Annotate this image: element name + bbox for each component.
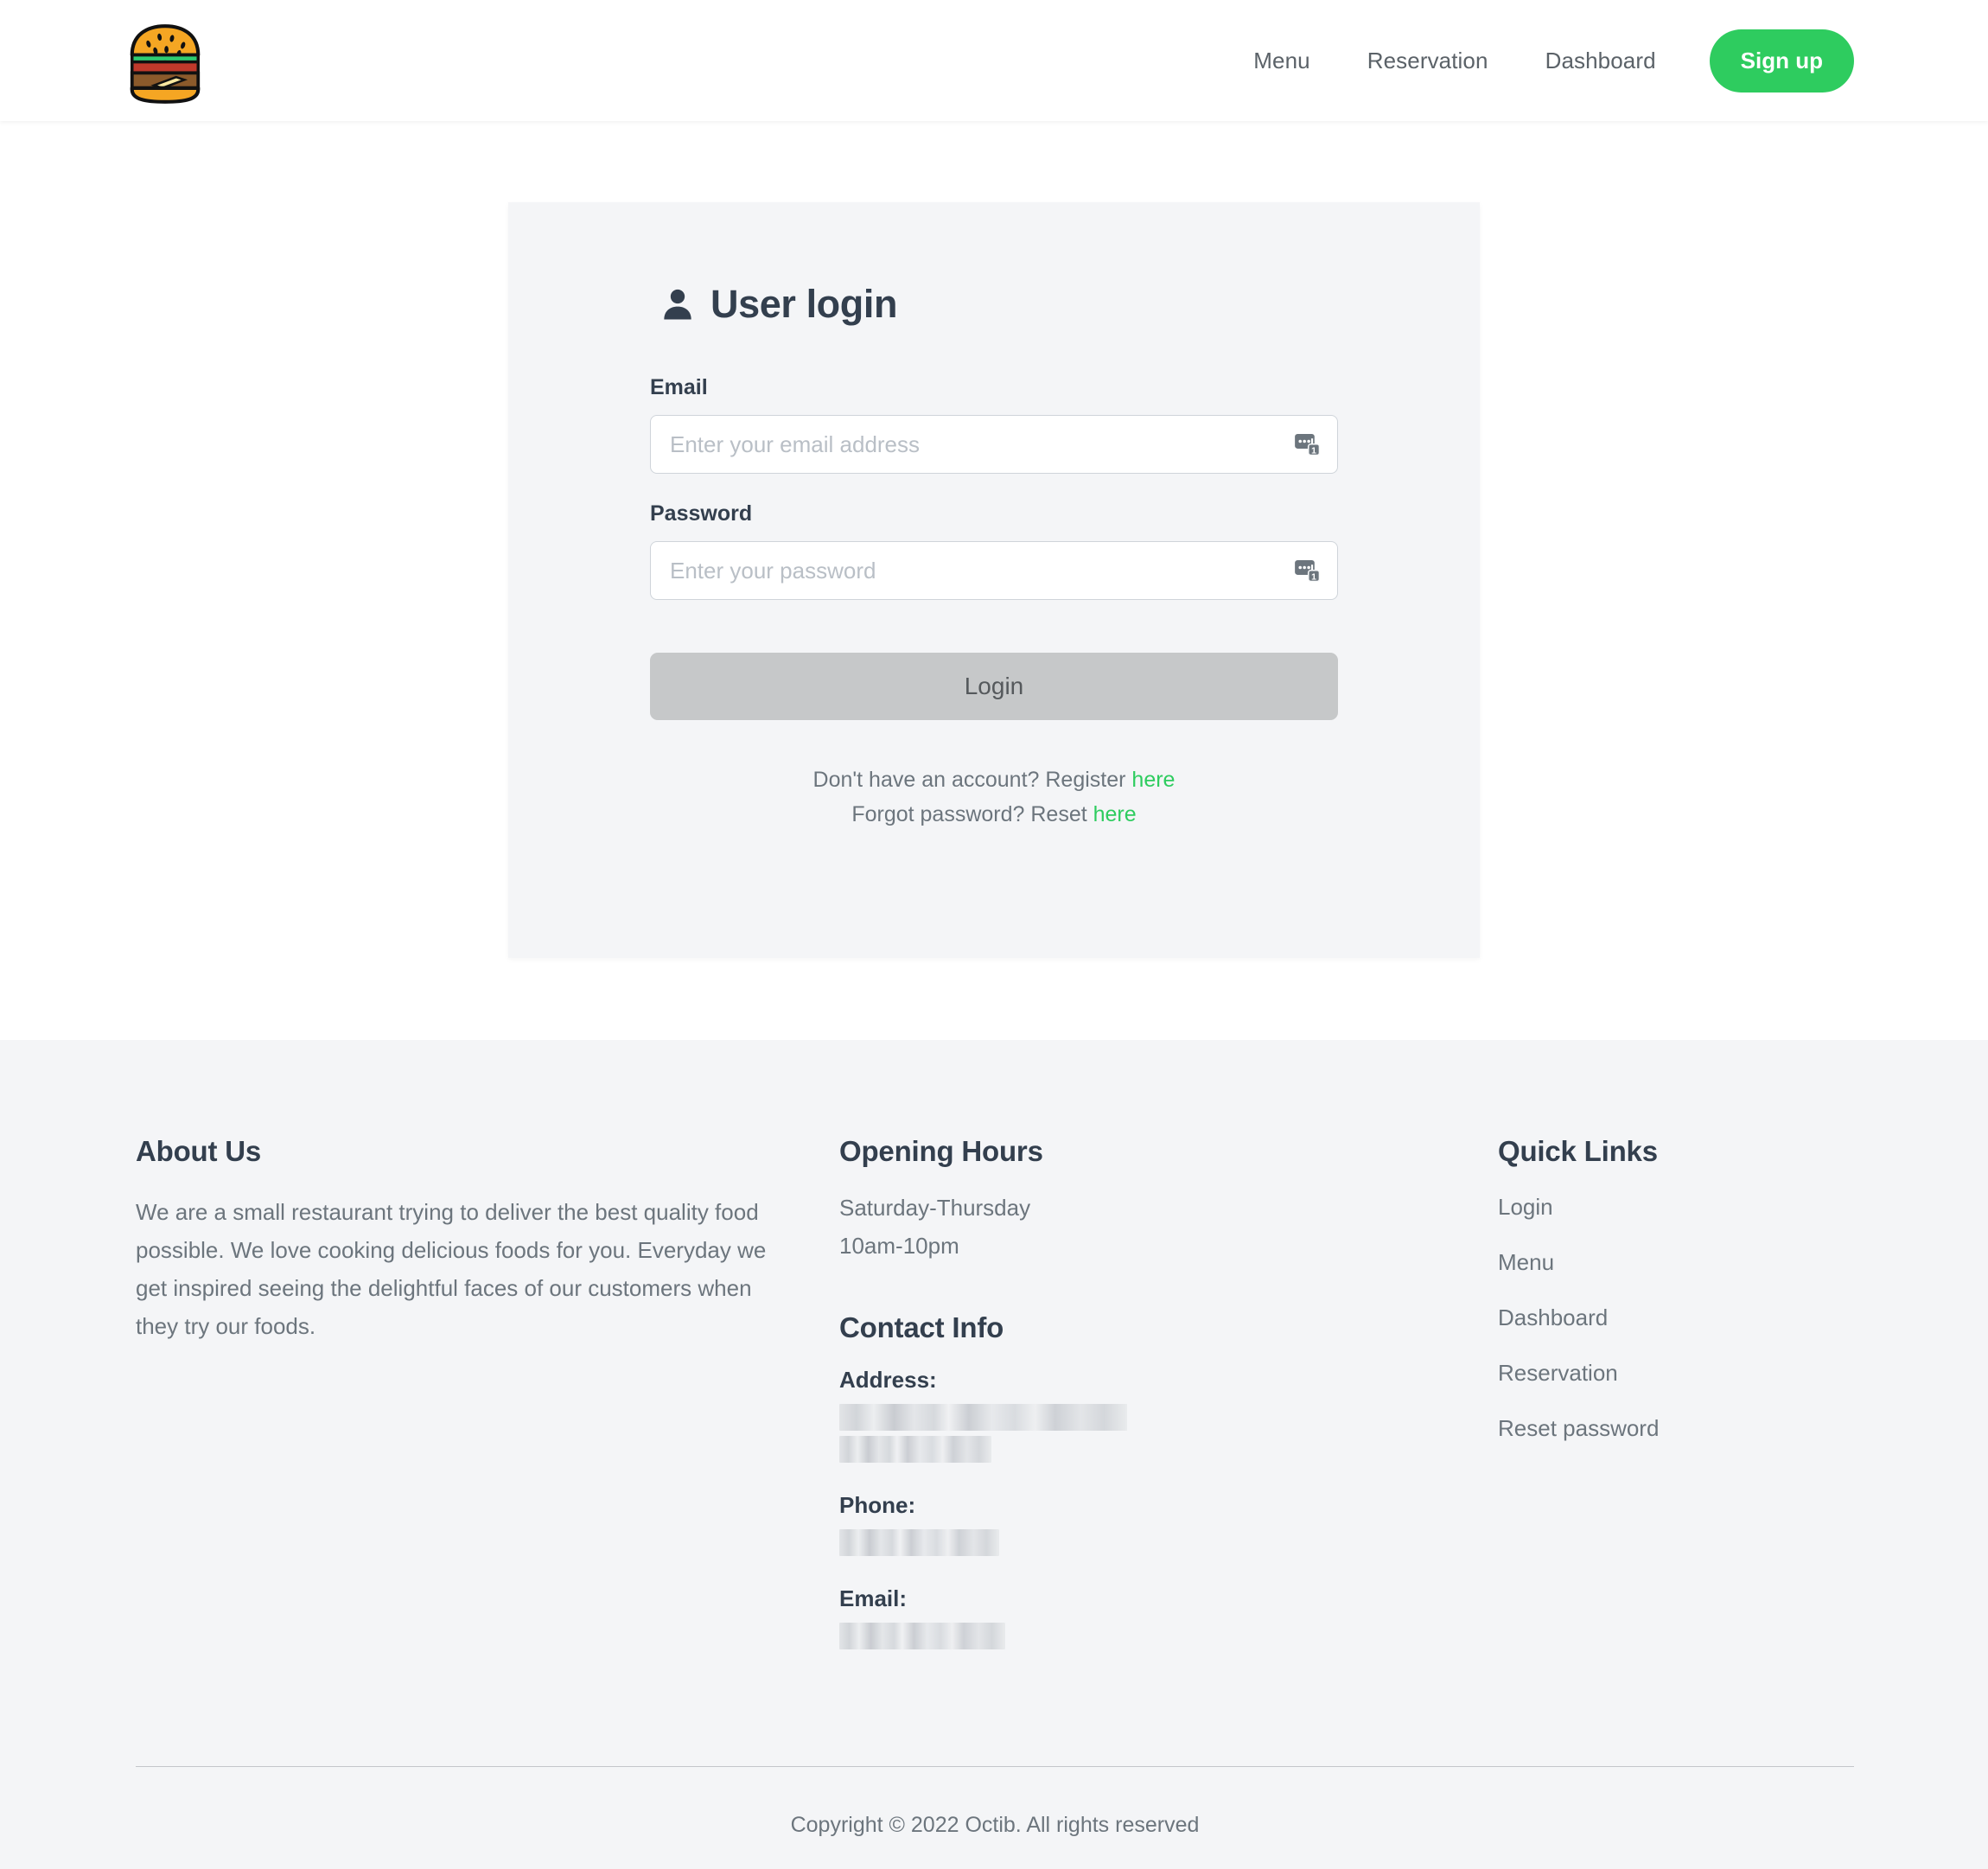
quick-link-reservation[interactable]: Reservation: [1498, 1360, 1854, 1387]
page-title: User login: [660, 282, 1338, 327]
phone-label: Phone:: [839, 1492, 916, 1519]
password-manager-icon[interactable]: 1: [1293, 556, 1322, 585]
login-helper-links: Don't have an account? Register here For…: [650, 763, 1338, 832]
nav-link-reservation[interactable]: Reservation: [1339, 48, 1517, 74]
quick-link-login[interactable]: Login: [1498, 1194, 1854, 1221]
user-icon: [664, 289, 691, 320]
opening-hours-days: Saturday-Thursday: [839, 1195, 1031, 1221]
email-input[interactable]: [650, 415, 1338, 474]
password-input[interactable]: [650, 541, 1338, 600]
forgot-prompt-text: Forgot password? Reset: [851, 801, 1093, 826]
burger-logo-icon: [130, 24, 201, 104]
copyright-text: Copyright © 2022 Octib. All rights reser…: [790, 1813, 1200, 1838]
phone-value-redacted: [839, 1529, 999, 1557]
password-label: Password: [650, 501, 753, 526]
quick-link-dashboard[interactable]: Dashboard: [1498, 1304, 1854, 1331]
top-navbar: Menu Reservation Dashboard Sign up: [0, 0, 1988, 121]
email-label-footer: Email:: [839, 1585, 908, 1612]
address-value-redacted-line2: [839, 1436, 991, 1464]
email-value-redacted: [839, 1623, 1005, 1650]
main-content: User login Email 1 Password: [0, 121, 1988, 1040]
autofill-badge-count: 1: [1311, 572, 1316, 582]
opening-hours-time: 10am-10pm: [839, 1232, 959, 1259]
forgot-prompt-line: Forgot password? Reset here: [650, 798, 1338, 832]
register-prompt-text: Don't have an account? Register: [812, 768, 1132, 792]
page-root: Menu Reservation Dashboard Sign up User …: [0, 0, 1988, 1869]
register-here-link[interactable]: here: [1131, 768, 1175, 792]
brand-logo-link[interactable]: [121, 0, 209, 121]
register-prompt-line: Don't have an account? Register here: [650, 763, 1338, 798]
opening-hours-heading: Opening Hours: [839, 1135, 1043, 1167]
sign-up-button[interactable]: Sign up: [1709, 29, 1854, 92]
about-us-text: We are a small restaurant trying to deli…: [136, 1199, 767, 1339]
quick-link-menu[interactable]: Menu: [1498, 1249, 1854, 1276]
footer-column-quick-links: Quick Links Login Menu Dashboard Reserva…: [1462, 1135, 1854, 1649]
email-field-wrap: 1: [650, 415, 1338, 474]
nav-links: Menu Reservation Dashboard Sign up: [1225, 29, 1854, 92]
about-us-heading: About Us: [136, 1135, 262, 1167]
login-card: User login Email 1 Password: [508, 202, 1480, 958]
nav-link-menu[interactable]: Menu: [1225, 48, 1338, 74]
address-label: Address:: [839, 1367, 937, 1394]
password-manager-icon[interactable]: 1: [1293, 430, 1322, 459]
footer-column-hours: Opening Hours Saturday-Thursday 10am-10p…: [839, 1135, 1462, 1650]
quick-links-heading: Quick Links: [1498, 1135, 1658, 1167]
footer-column-about: About Us We are a small restaurant tryin…: [136, 1135, 839, 1649]
address-value-redacted: [839, 1404, 1127, 1432]
page-title-text: User login: [710, 282, 898, 326]
email-label: Email: [650, 375, 708, 399]
quick-link-reset-password[interactable]: Reset password: [1498, 1415, 1854, 1442]
login-button[interactable]: Login: [650, 653, 1338, 720]
nav-link-dashboard[interactable]: Dashboard: [1517, 48, 1685, 74]
password-field-wrap: 1: [650, 541, 1338, 600]
footer-columns: About Us We are a small restaurant tryin…: [136, 1040, 1854, 1650]
site-footer: About Us We are a small restaurant tryin…: [0, 1040, 1988, 1869]
autofill-badge-count: 1: [1311, 446, 1316, 456]
reset-here-link[interactable]: here: [1093, 802, 1137, 826]
contact-info-heading: Contact Info: [839, 1311, 1004, 1344]
